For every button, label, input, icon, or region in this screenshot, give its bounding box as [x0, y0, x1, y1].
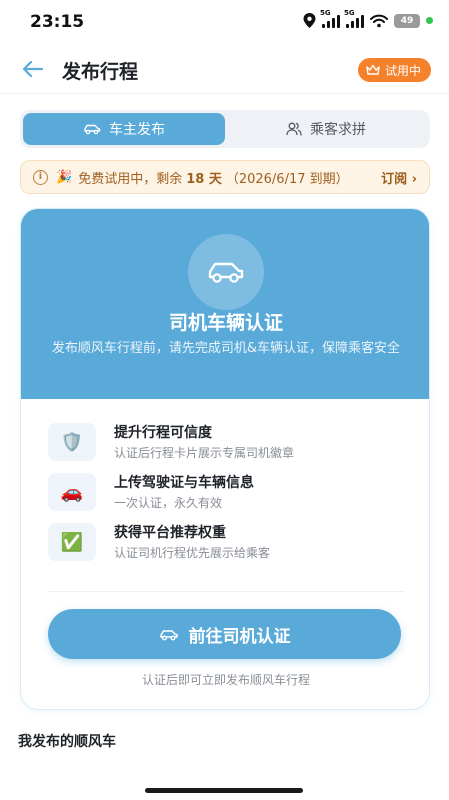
tab-label: 乘客求拼: [310, 122, 366, 138]
feature-item: 🛡️ 提升行程可信度 认证后行程卡片展示专属司机徽章: [48, 421, 408, 463]
shield-icon: 🛡️: [48, 423, 96, 461]
tab-label: 车主发布: [109, 122, 165, 138]
driver-certification-card: 司机车辆认证 发布顺风车行程前，请先完成司机&车辆认证，保障乘客安全 🛡️ 提升…: [20, 208, 430, 710]
check-mark-icon: ✅: [48, 523, 96, 561]
feature-subtitle: 一次认证，永久有效: [114, 496, 223, 510]
card-title: 司机车辆认证: [168, 312, 283, 334]
feature-title: 上传驾驶证与车辆信息: [114, 475, 254, 491]
users-icon: [286, 122, 302, 136]
cta-label: 前往司机认证: [188, 626, 291, 647]
location-icon: [303, 13, 316, 28]
car-badge: [188, 234, 264, 310]
tab-passenger-request[interactable]: 乘客求拼: [225, 113, 427, 145]
signal-icon-2: 5G: [344, 9, 364, 28]
wifi-icon: [370, 14, 388, 27]
car-icon: [159, 629, 178, 640]
feature-subtitle: 认证司机行程优先展示给乘客: [114, 546, 271, 560]
my-rides-section-title: 我发布的顺风车: [18, 734, 116, 750]
back-arrow-icon[interactable]: [20, 56, 46, 82]
party-popper-icon: 🎉: [56, 169, 73, 185]
feature-item: ✅ 获得平台推荐权重 认证司机行程优先展示给乘客: [48, 521, 408, 563]
status-icons: 5G 5G 49: [303, 9, 433, 28]
card-banner: 司机车辆认证 发布顺风车行程前，请先完成司机&车辆认证，保障乘客安全: [21, 209, 429, 399]
signal-icon-1: 5G: [320, 9, 340, 28]
feature-title: 获得平台推荐权重: [114, 525, 226, 541]
tab-driver-publish[interactable]: 车主发布: [23, 113, 225, 145]
feature-title: 提升行程可信度: [114, 425, 212, 441]
battery-indicator: 49: [394, 13, 420, 28]
network-type-label: 5G: [344, 8, 355, 17]
car-icon: [208, 262, 244, 283]
divider: [48, 591, 404, 592]
subscribe-link[interactable]: 订阅 ›: [381, 168, 417, 187]
privacy-dot: [426, 17, 433, 24]
cta-hint: 认证后即可立即发布顺风车行程: [141, 673, 310, 687]
info-icon: i: [33, 169, 48, 185]
page-title: 发布行程: [62, 61, 139, 83]
go-certify-button[interactable]: 前往司机认证: [48, 609, 401, 659]
crown-icon: [366, 64, 380, 75]
trial-badge-label: 试用中: [384, 63, 421, 78]
card-description: 发布顺风车行程前，请先完成司机&车辆认证，保障乘客安全: [51, 341, 401, 356]
notice-prefix: 免费试用中，剩余: [78, 171, 183, 187]
feature-item: 🚗 上传驾驶证与车辆信息 一次认证，永久有效: [48, 471, 408, 513]
status-time: 23:15: [30, 12, 85, 32]
mode-tabs: 车主发布 乘客求拼: [20, 110, 430, 148]
trial-badge[interactable]: 试用中: [357, 58, 431, 82]
header: 发布行程 试用中: [0, 44, 449, 94]
notice-expiry: （2026/6/17 到期）: [225, 171, 349, 187]
home-indicator[interactable]: [145, 788, 303, 793]
car-icon: [84, 124, 101, 135]
notice-days: 18 天: [186, 171, 222, 187]
feature-subtitle: 认证后行程卡片展示专属司机徽章: [114, 446, 295, 460]
trial-notice: i 🎉 免费试用中，剩余 18 天 （2026/6/17 到期） 订阅 ›: [20, 160, 430, 194]
status-bar: 23:15 5G 5G 49: [0, 0, 449, 44]
network-type-label: 5G: [320, 8, 331, 17]
red-car-icon: 🚗: [48, 473, 96, 511]
